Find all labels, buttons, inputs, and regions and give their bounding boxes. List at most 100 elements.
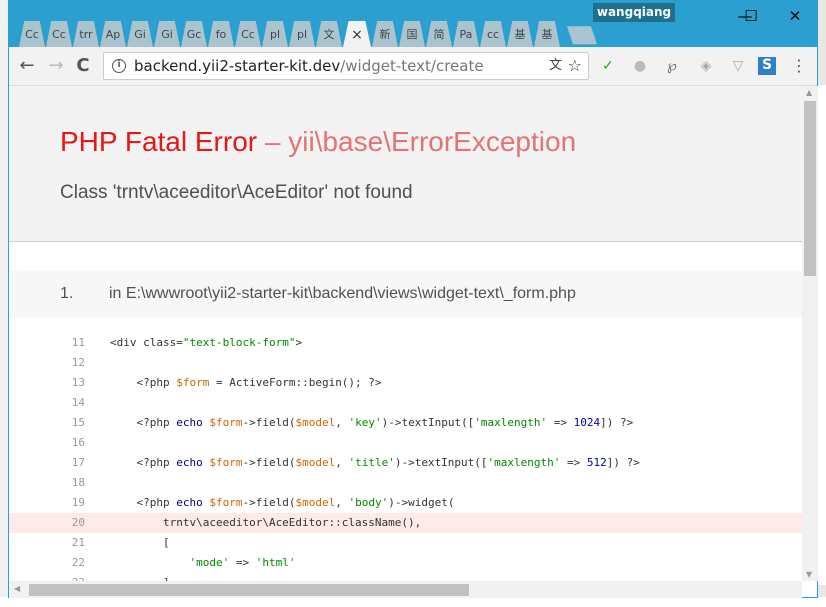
code-token: <div class= [110,336,183,349]
tab[interactable]: Pa [453,21,479,47]
code-token: <?php [110,456,177,469]
line-number: 22 [71,556,85,569]
code-text: <?php echo $form->field($model, 'body')-… [110,493,454,513]
info-icon[interactable]: i [112,59,126,73]
line-number: 17 [71,456,85,469]
extension-script-icon[interactable]: ℘ [663,58,681,74]
extension-check-icon[interactable]: ✓ [599,58,617,74]
line-number: 11 [71,336,85,349]
tab[interactable]: fo [208,21,234,47]
code-token: "text-block-form" [182,336,296,349]
code-text: ] [110,573,170,581]
code-line: 19 <?php echo $form->field($model, 'body… [9,493,802,513]
error-header: PHP Fatal Error – yii\base\ErrorExceptio… [9,86,802,242]
code-line: 22 'mode' => 'html' [9,553,802,573]
code-token: )->textInput([ [394,456,488,469]
forward-button[interactable]: → [46,55,66,76]
tab[interactable]: Cc [19,21,45,47]
tab[interactable]: pl [289,21,315,47]
title-bar: wangqiang — ☐ ✕ Cc Cc trr Ap Gi Gi Gc fo Cc pl pl 文… [9,1,817,47]
line-number: 18 [71,476,85,489]
code-token: )->widget( [388,496,455,509]
star-icon[interactable]: ☆ [568,53,582,79]
tab[interactable]: 国 [399,21,425,47]
extension-s-icon[interactable]: S [758,57,776,75]
error-type: PHP Fatal Error [60,126,258,157]
code-line: 16 [9,433,802,453]
code-token: 'title' [348,456,395,469]
tab[interactable]: Cc [46,21,72,47]
toolbar: ← → C i backend.yii2-starter-kit.dev/wid… [9,47,817,86]
code-line: 11 <div class="text-block-form"> [9,333,802,353]
code-token: = ActiveForm::begin(); ?> [209,376,382,389]
code-line-error: 20 trntv\aceeditor\AceEditor::className(… [9,513,802,533]
code-token: $form [209,496,243,509]
error-separator: – [257,126,289,157]
stack-number: 1. [60,285,74,302]
code-token: 'html' [255,556,296,569]
code-text: [ [110,533,170,553]
code-token: , [335,416,349,429]
tab[interactable]: pl [262,21,288,47]
tab[interactable]: 新 [372,21,398,47]
tab[interactable]: Gi [154,21,180,47]
address-bar[interactable]: i backend.yii2-starter-kit.dev/widget-te… [103,52,589,80]
code-token: $form [209,416,243,429]
tab-strip: Cc Cc trr Ap Gi Gi Gc fo Cc pl pl 文 × 新国简 Pa cc 基基 [19,21,598,47]
tab[interactable]: 文 [316,21,342,47]
code-token: $model [295,496,336,509]
code-text: <?php echo $form->field($model, 'title')… [110,453,639,473]
tab[interactable]: 基 [507,21,533,47]
vertical-scroll-thumb[interactable] [804,101,816,276]
extension-ball-icon[interactable]: ● [631,58,649,74]
code-line: 12 [9,353,802,373]
line-number: 12 [71,356,85,369]
tab[interactable]: Ap [100,21,126,47]
profile-name[interactable]: wangqiang [593,3,675,22]
code-token: ]) ?> [600,416,634,429]
line-number: 19 [71,496,85,509]
code-token: 'mode' [189,556,230,569]
line-number: 20 [71,516,85,529]
menu-icon[interactable]: ⋮ [790,56,808,75]
tab[interactable]: Cc [235,21,261,47]
code-token: 'maxlength' [474,416,548,429]
call-stack-item[interactable]: 1. in E:\wwwroot\yii2-starter-kit\backen… [9,271,802,317]
tab[interactable]: 简 [426,21,452,47]
back-button[interactable]: ← [17,55,37,76]
code-token: <?php [110,416,177,429]
code-token: ->field( [242,496,296,509]
horizontal-scrollbar[interactable]: ◀ [9,581,802,598]
translate-icon[interactable]: 文 [549,53,562,79]
code-token: echo [176,496,210,509]
code-token: 1024 [573,416,601,429]
page-content: PHP Fatal Error – yii\base\ErrorExceptio… [9,86,802,581]
code-token: [ [110,536,170,549]
tab[interactable]: 基 [534,21,560,47]
code-token: )->textInput([ [381,416,475,429]
code-token: $model [295,416,336,429]
new-tab-button[interactable] [567,26,597,45]
tab[interactable]: Gc [181,21,207,47]
code-token: $form [209,456,243,469]
code-line: 13 <?php $form = ActiveForm::begin(); ?> [9,373,802,393]
code-token: echo [176,416,210,429]
code-token: trntv\aceeditor\AceEditor::className(), [110,516,422,529]
vertical-scrollbar[interactable]: ▲ ▼ [802,86,818,581]
tab[interactable]: Gi [127,21,153,47]
close-window-button[interactable]: ✕ [775,5,815,27]
error-message: Class 'trntv\aceeditor\AceEditor' not fo… [60,182,413,203]
extension-adblock-icon[interactable]: ▽ [729,58,747,74]
horizontal-scroll-thumb[interactable] [29,584,469,596]
reload-button[interactable]: C [73,55,93,76]
tab[interactable]: cc [480,21,506,47]
line-number: 15 [71,416,85,429]
maximize-button[interactable]: ☐ [731,5,771,27]
code-line: 17 <?php echo $form->field($model, 'titl… [9,453,802,473]
tab[interactable]: trr [73,21,99,47]
error-title: PHP Fatal Error – yii\base\ErrorExceptio… [60,126,802,158]
code-token: => [547,416,574,429]
extension-shield-icon[interactable]: ◈ [697,58,715,74]
url-host: backend.yii2-starter-kit.dev [134,57,341,75]
tab-active-close-icon[interactable]: × [343,21,371,47]
